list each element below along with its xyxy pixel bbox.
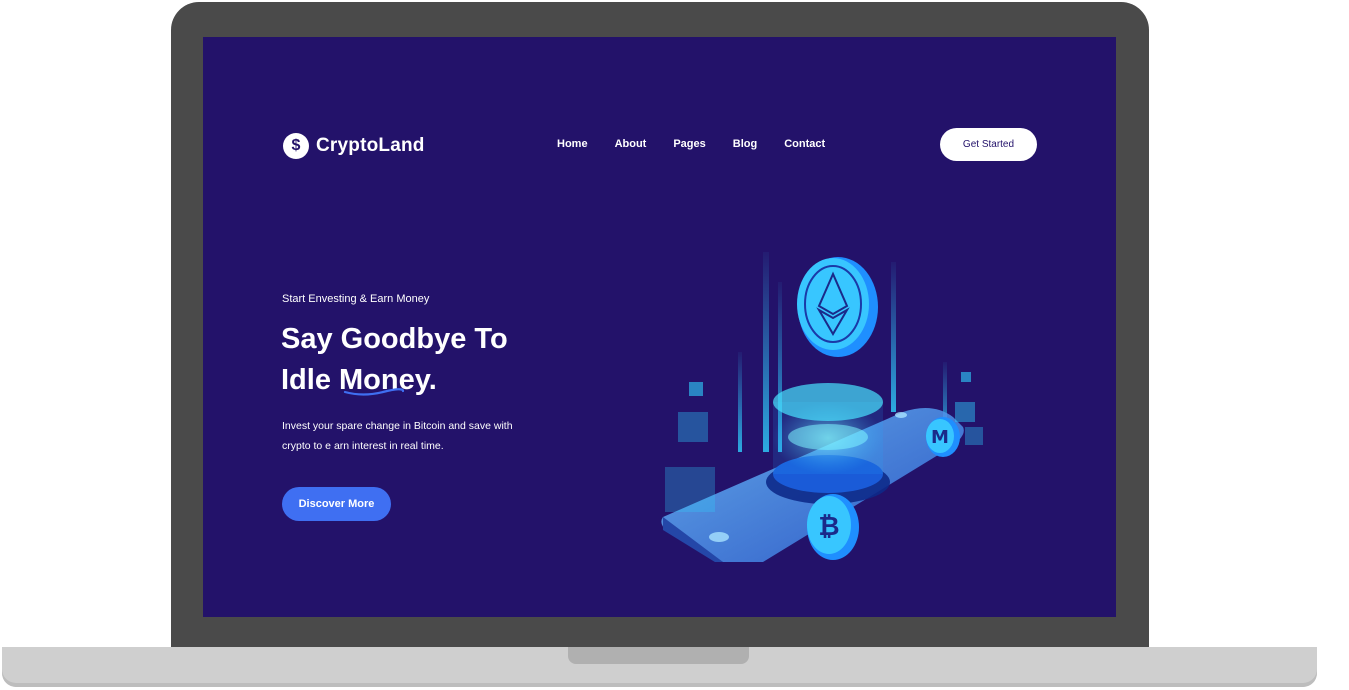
- nav-item-blog[interactable]: Blog: [733, 138, 757, 150]
- svg-text:M: M: [931, 427, 949, 448]
- main-nav: Home About Pages Blog Contact: [557, 138, 852, 150]
- brand-logo[interactable]: $ CryptoLand: [283, 133, 425, 159]
- headline-underline-decoration: [343, 388, 405, 396]
- svg-text:₿: ₿: [818, 512, 839, 542]
- nav-item-contact[interactable]: Contact: [784, 138, 825, 150]
- get-started-button[interactable]: Get Started: [940, 128, 1037, 161]
- ethereum-coin-icon: [797, 257, 878, 357]
- laptop-screen: $ CryptoLand Home About Pages Blog Conta…: [203, 37, 1116, 617]
- hero-kicker: Start Envesting & Earn Money: [282, 293, 430, 305]
- laptop-notch: [568, 647, 749, 664]
- nav-item-about[interactable]: About: [615, 138, 647, 150]
- hero-description: Invest your spare change in Bitcoin and …: [282, 420, 513, 452]
- hero-headline: Say Goodbye To Idle Money.: [281, 319, 581, 401]
- nav-item-pages[interactable]: Pages: [673, 138, 705, 150]
- nav-item-home[interactable]: Home: [557, 138, 588, 150]
- hero-headline-line1: Say Goodbye To: [281, 323, 508, 355]
- monero-coin-icon: M: [926, 417, 960, 457]
- hologram-pedestal: [766, 383, 890, 504]
- brand-name: CryptoLand: [316, 135, 425, 156]
- crypto-isometric-illustration: ₿ M: [661, 252, 983, 562]
- dollar-coin-icon: $: [283, 133, 309, 159]
- discover-more-button[interactable]: Discover More: [282, 487, 391, 521]
- bitcoin-coin-icon: ₿: [807, 494, 859, 560]
